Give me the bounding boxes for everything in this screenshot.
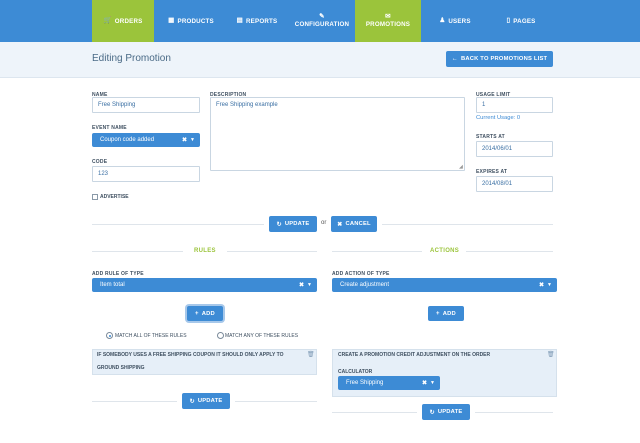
add-action-label: Add Action of Type xyxy=(332,271,390,277)
action-type-select[interactable]: Create adjustment ✖ ▼ xyxy=(332,278,557,292)
grid-icon: ▦ xyxy=(168,16,175,24)
add-label: Add xyxy=(201,310,215,317)
refresh-icon: ↻ xyxy=(189,398,195,405)
megaphone-icon: ✉ xyxy=(385,12,391,20)
update-button[interactable]: ↻ Update xyxy=(269,216,317,232)
code-input[interactable]: 123 xyxy=(92,166,200,182)
close-icon: ✖ xyxy=(337,221,343,228)
match-any-radio[interactable] xyxy=(217,332,224,339)
caret-down-icon[interactable]: ▼ xyxy=(307,282,312,288)
add-rule-label: Add Rule of Type xyxy=(92,271,144,277)
update-label: Update xyxy=(197,398,223,404)
user-icon: ♟ xyxy=(439,16,446,24)
divider xyxy=(466,251,553,252)
refresh-icon: ↻ xyxy=(429,409,435,416)
nav-tab-pages[interactable]: ▯ Pages xyxy=(490,0,552,42)
nav-tab-label: Configuration xyxy=(294,21,350,29)
nav-tab-label: Orders xyxy=(114,17,143,25)
divider xyxy=(92,224,264,225)
nav-tab-promotions[interactable]: ✉ Promotions xyxy=(355,0,421,42)
usage-limit-input[interactable]: 1 xyxy=(476,97,553,113)
action-description: Create a promotion credit adjustment on … xyxy=(338,352,491,358)
top-navigation: 🛒 Orders ▦ Products ▤ Reports ✎ Configur… xyxy=(0,0,640,42)
nav-tab-label: Users xyxy=(448,17,471,25)
page-icon: ▯ xyxy=(506,16,511,24)
description-textarea[interactable]: Free Shipping example xyxy=(210,97,465,171)
nav-tab-configuration[interactable]: ✎ Configuration xyxy=(290,0,354,42)
plus-icon: + xyxy=(436,310,440,317)
nav-tab-label: Promotions xyxy=(365,21,411,29)
arrow-left-icon: ← xyxy=(451,56,458,62)
actions-title: Actions xyxy=(430,248,460,254)
page-title: Editing Promotion xyxy=(92,53,171,64)
nav-tab-label: Reports xyxy=(246,17,278,25)
calculator-label: Calculator xyxy=(338,369,373,375)
actions-update-button[interactable]: ↻ Update xyxy=(422,404,470,420)
starts-at-label: Starts At xyxy=(476,134,505,140)
nav-tab-orders[interactable]: 🛒 Orders xyxy=(92,0,154,42)
nav-tab-label: Products xyxy=(177,17,214,25)
refresh-icon: ↻ xyxy=(276,221,282,228)
event-name-select[interactable]: Coupon code added ✖ ▼ xyxy=(92,133,200,147)
clear-icon[interactable]: ✖ xyxy=(422,380,427,387)
advertise-label: Advertise xyxy=(100,194,129,200)
resize-handle-icon[interactable]: ◢ xyxy=(459,164,463,170)
rules-update-button[interactable]: ↻ Update xyxy=(182,393,230,409)
add-action-button[interactable]: + Add xyxy=(428,306,464,321)
clear-icon[interactable]: ✖ xyxy=(182,137,187,144)
cart-icon: 🛒 xyxy=(103,16,112,24)
cancel-button[interactable]: ✖ Cancel xyxy=(331,216,377,232)
event-name-label: Event Name xyxy=(92,125,127,131)
caret-down-icon[interactable]: ▼ xyxy=(430,380,435,386)
starts-at-input[interactable]: 2014/06/01 xyxy=(476,141,553,157)
caret-down-icon[interactable]: ▼ xyxy=(547,282,552,288)
name-input[interactable]: Free Shipping xyxy=(92,97,200,113)
calculator-select[interactable]: Free Shipping ✖ ▼ xyxy=(338,376,440,390)
event-name-value: Coupon code added xyxy=(100,137,155,143)
match-any-label: Match any of these rules xyxy=(225,333,299,339)
match-all-label: Match all of these rules xyxy=(115,333,187,339)
current-usage-text: Current Usage: 0 xyxy=(476,115,521,121)
plus-icon: + xyxy=(195,310,199,317)
calculator-value: Free Shipping xyxy=(346,380,384,386)
update-label: Update xyxy=(284,221,310,227)
nav-tab-products[interactable]: ▦ Products xyxy=(160,0,222,42)
rules-title: Rules xyxy=(194,248,216,254)
divider xyxy=(332,251,422,252)
add-rule-button[interactable]: + Add xyxy=(187,306,223,321)
divider xyxy=(475,412,553,413)
wrench-icon: ✎ xyxy=(319,12,325,20)
back-to-promotions-button[interactable]: ← Back to Promotions List xyxy=(446,51,553,67)
match-all-radio[interactable] xyxy=(106,332,113,339)
rule-description: If somebody uses a free shipping coupon … xyxy=(97,352,284,371)
back-button-label: Back to Promotions List xyxy=(460,56,548,62)
advertise-checkbox[interactable] xyxy=(92,194,98,200)
rule-type-select[interactable]: Item total ✖ ▼ xyxy=(92,278,317,292)
divider xyxy=(382,224,553,225)
divider xyxy=(227,251,317,252)
action-type-value: Create adjustment xyxy=(340,282,390,288)
code-label: Code xyxy=(92,159,108,165)
clear-icon[interactable]: ✖ xyxy=(539,282,544,289)
divider xyxy=(235,401,317,402)
update-label: Update xyxy=(437,409,463,415)
add-label: Add xyxy=(442,310,456,317)
expires-at-label: Expires At xyxy=(476,169,508,175)
nav-tab-users[interactable]: ♟ Users xyxy=(424,0,486,42)
divider xyxy=(92,251,183,252)
cancel-label: Cancel xyxy=(345,221,371,227)
clear-icon[interactable]: ✖ xyxy=(299,282,304,289)
expires-at-input[interactable]: 2014/08/01 xyxy=(476,176,553,192)
divider xyxy=(332,412,417,413)
caret-down-icon[interactable]: ▼ xyxy=(190,137,195,143)
or-text: or xyxy=(321,220,327,226)
divider xyxy=(92,401,177,402)
file-icon: ▤ xyxy=(236,16,244,24)
nav-tab-label: Pages xyxy=(513,17,536,25)
trash-icon[interactable]: 🗑 xyxy=(307,351,315,358)
trash-icon[interactable]: 🗑 xyxy=(547,351,555,358)
nav-tab-reports[interactable]: ▤ Reports xyxy=(226,0,288,42)
rule-type-value: Item total xyxy=(100,282,125,288)
